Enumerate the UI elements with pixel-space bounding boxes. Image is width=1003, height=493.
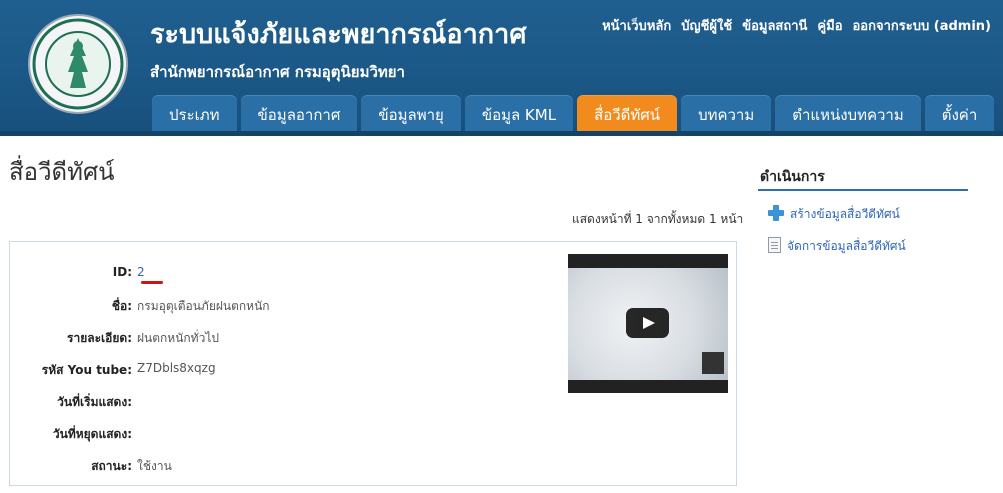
id-link[interactable]: 2 xyxy=(137,265,145,279)
link-station-data[interactable]: ข้อมูลสถานี xyxy=(742,15,807,36)
link-account[interactable]: บัญชีผู้ใช้ xyxy=(681,15,732,36)
manage-video-label: จัดการข้อมูลสื่อวีดีทัศน์ xyxy=(787,239,906,253)
name-value: กรมอุตุเตือนภัยฝนตกหนัก xyxy=(137,299,270,313)
name-label: ชื่อ: xyxy=(111,299,132,313)
sidebar-title: ดำเนินการ xyxy=(760,169,825,185)
id-label: ID: xyxy=(112,265,132,279)
youtube-video-thumbnail[interactable] xyxy=(568,254,728,393)
tab-storm-data[interactable]: ข้อมูลพายุ xyxy=(361,95,461,133)
tab-weather-data[interactable]: ข้อมูลอากาศ xyxy=(240,95,358,133)
top-links: หน้าเว็บหลัก บัญชีผู้ใช้ ข้อมูลสถานี คู่… xyxy=(602,15,991,36)
main-tabs: ประเภท ข้อมูลอากาศ ข้อมูลพายุ ข้อมูล KML… xyxy=(152,95,995,133)
site-header: ระบบแจ้งภัยและพยากรณ์อากาศ สำนักพยากรณ์อ… xyxy=(0,0,1003,135)
detail-label: รายละเอียด: xyxy=(67,331,132,345)
document-icon xyxy=(768,237,781,253)
youtube-value: Z7Dbls8xqzg xyxy=(137,361,216,375)
stop-date-label: วันที่หยุดแสดง: xyxy=(52,427,132,441)
id-underline-mark xyxy=(141,281,163,284)
link-logout[interactable]: ออกจากระบบ (admin) xyxy=(853,15,992,36)
tab-settings[interactable]: ตั้งค่า xyxy=(924,95,995,133)
youtube-label: รหัส You tube: xyxy=(41,363,132,377)
status-label: สถานะ: xyxy=(91,459,132,473)
detail-value: ฝนตกหนักทั่วไป xyxy=(137,331,219,345)
plus-icon xyxy=(768,205,784,221)
department-logo[interactable] xyxy=(28,14,128,114)
site-subtitle: สำนักพยากรณ์อากาศ กรมอุตุนิยมวิทยา xyxy=(150,63,405,81)
pagination-summary: แสดงหน้าที่ 1 จากทั้งหมด 1 หน้า xyxy=(572,212,744,226)
sidebar-divider xyxy=(758,189,968,191)
link-manual[interactable]: คู่มือ xyxy=(817,15,842,36)
page-title: สื่อวีดีทัศน์ xyxy=(9,158,115,186)
status-value: ใช้งาน xyxy=(137,459,172,473)
play-icon[interactable] xyxy=(626,308,669,338)
sidebar-item-create-video[interactable]: สร้างข้อมูลสื่อวีดีทัศน์ xyxy=(768,205,900,224)
header-divider xyxy=(0,131,1003,136)
sidebar-item-manage-video[interactable]: จัดการข้อมูลสื่อวีดีทัศน์ xyxy=(768,237,906,256)
start-date-label: วันที่เริ่มแสดง: xyxy=(57,395,132,409)
tab-kml-data[interactable]: ข้อมูล KML xyxy=(464,95,574,133)
logo-emblem-icon xyxy=(32,18,124,110)
site-title: ระบบแจ้งภัยและพยากรณ์อากาศ xyxy=(150,19,527,50)
tab-article-positions[interactable]: ตำแหน่งบทความ xyxy=(775,95,921,133)
tab-articles[interactable]: บทความ xyxy=(681,95,772,133)
tab-category[interactable]: ประเภท xyxy=(152,95,237,133)
video-record-card: ID: 2 ชื่อ: กรมอุตุเตือนภัยฝนตกหนัก รายล… xyxy=(9,241,737,486)
link-home[interactable]: หน้าเว็บหลัก xyxy=(602,15,671,36)
create-video-label: สร้างข้อมูลสื่อวีดีทัศน์ xyxy=(790,207,900,221)
tab-video-media[interactable]: สื่อวีดีทัศน์ xyxy=(577,95,678,133)
video-inset-image xyxy=(702,352,724,374)
